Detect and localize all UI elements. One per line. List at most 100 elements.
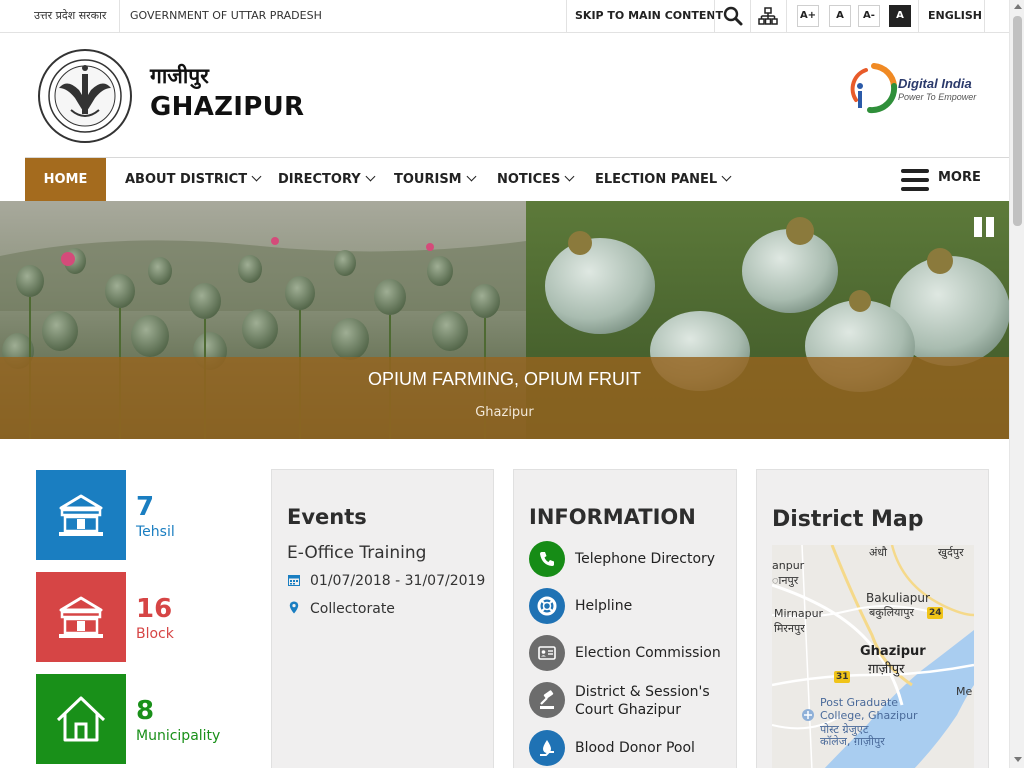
municipality-count: 8: [136, 696, 155, 726]
district-name-hindi: गाजीपुर: [150, 64, 209, 88]
government-building-icon: [59, 596, 103, 638]
phone-icon: [529, 541, 565, 577]
map-city-label: Ghazipur: [860, 644, 926, 659]
chevron-down-icon: [365, 171, 376, 182]
divider: [750, 0, 751, 32]
nav-item-directory[interactable]: DIRECTORY: [278, 158, 376, 201]
map-label: ानपुर: [772, 574, 799, 587]
divider: [566, 0, 567, 32]
top-utility-bar: उत्तर प्रदेश सरकार GOVERNMENT OF UTTAR P…: [0, 0, 1009, 33]
info-item-telephone-directory[interactable]: Telephone Directory: [529, 541, 729, 577]
divider: [714, 0, 715, 32]
map-poi-label: College, Ghazipur: [820, 709, 918, 722]
skip-to-main-content-link[interactable]: SKIP TO MAIN CONTENT: [575, 0, 723, 32]
map-marker-icon: [287, 601, 301, 617]
map-label: Mirnapur: [774, 607, 824, 620]
state-govt-hindi[interactable]: उत्तर प्रदेश सरकार: [34, 0, 106, 32]
chevron-down-icon: [251, 171, 262, 182]
up-govt-emblem-logo[interactable]: [37, 48, 133, 144]
information-card: INFORMATION Telephone Directory Helpline…: [513, 469, 737, 768]
info-item-label: Blood Donor Pool: [575, 740, 695, 756]
event-location: Collectorate: [287, 601, 395, 617]
font-normal-button[interactable]: A: [829, 5, 851, 27]
map-poi-label: Post Graduate: [820, 696, 899, 709]
main-navigation: HOME ABOUT DISTRICT DIRECTORY TOURISM NO…: [25, 157, 1009, 201]
calendar-icon: [287, 573, 301, 589]
info-item-label: District & Session's Court Ghazipur: [575, 684, 710, 718]
divider: [984, 0, 985, 32]
map-label: anpur: [772, 559, 805, 572]
scroll-up-arrow-icon[interactable]: [1014, 4, 1022, 9]
more-label: MORE: [938, 170, 981, 185]
slide-caption: OPIUM FARMING, OPIUM FRUIT Ghazipur: [0, 357, 1009, 439]
district-map[interactable]: अंधौ खुर्दपुर anpur ानपुर Mirnapur मिरनप…: [772, 545, 974, 768]
map-label: Me: [956, 685, 973, 698]
government-building-icon: [59, 494, 103, 536]
map-label: अंधौ: [869, 546, 888, 559]
district-map-card: District Map अंधौ खुर्दपुर anpur ानपुर M…: [756, 469, 989, 768]
tehsil-label[interactable]: Tehsil: [136, 524, 175, 540]
district-map-title: District Map: [772, 507, 924, 532]
divider: [786, 0, 787, 32]
tehsil-count: 7: [136, 492, 155, 522]
home-icon: [56, 696, 106, 742]
hero-slideshow: OPIUM FARMING, OPIUM FRUIT Ghazipur: [0, 201, 1009, 439]
events-card: Events E-Office Training 01/07/2018 - 31…: [271, 469, 494, 768]
digital-india-tagline: Power To Empower: [898, 92, 977, 102]
scroll-down-arrow-icon[interactable]: [1014, 757, 1022, 762]
map-label: मिरनपुर: [774, 622, 805, 635]
nav-item-about-district[interactable]: ABOUT DISTRICT: [125, 158, 262, 201]
event-location-text: Collectorate: [310, 601, 395, 617]
block-label[interactable]: Block: [136, 626, 174, 642]
nav-item-tourism[interactable]: TOURISM: [394, 158, 477, 201]
divider: [119, 0, 120, 32]
info-item-label: Helpline: [575, 598, 633, 614]
nav-label: ABOUT DISTRICT: [125, 172, 248, 187]
nav-item-notices[interactable]: NOTICES: [497, 158, 575, 201]
event-name-link[interactable]: E-Office Training: [287, 543, 426, 563]
map-label: खुर्दपुर: [938, 546, 964, 559]
sitemap-icon[interactable]: [758, 6, 778, 26]
info-item-label: Election Commission: [575, 645, 721, 661]
font-increase-button[interactable]: A+: [797, 5, 819, 27]
map-label: Bakuliapur: [866, 591, 930, 605]
slide-subtitle: Ghazipur: [475, 405, 534, 420]
info-item-district-court[interactable]: District & Session's Court Ghazipur: [529, 682, 729, 722]
nav-label: DIRECTORY: [278, 172, 361, 187]
state-govt-english[interactable]: GOVERNMENT OF UTTAR PRADESH: [130, 0, 322, 32]
lifebuoy-icon: [529, 588, 565, 624]
info-item-election-commission[interactable]: Election Commission: [529, 635, 729, 671]
language-switch-link[interactable]: ENGLISH: [928, 0, 982, 32]
events-title: Events: [287, 505, 367, 529]
digital-india-title: Digital India: [898, 76, 972, 91]
high-contrast-button[interactable]: A: [889, 5, 911, 27]
nav-item-home[interactable]: HOME: [25, 158, 106, 201]
map-label: बकुलियापुर: [869, 606, 915, 619]
font-decrease-button[interactable]: A-: [858, 5, 880, 27]
district-name-english: GHAZIPUR: [150, 92, 305, 122]
nav-label: NOTICES: [497, 172, 561, 187]
info-item-label: Telephone Directory: [575, 551, 716, 567]
gavel-icon: [529, 682, 565, 718]
map-city-label: ग़ाज़ीपुर: [868, 662, 905, 677]
scrollbar-thumb[interactable]: [1013, 16, 1022, 226]
municipality-label[interactable]: Municipality: [136, 728, 220, 744]
slideshow-pause-button[interactable]: [974, 217, 996, 237]
chevron-down-icon: [721, 171, 732, 182]
page-scrollbar[interactable]: [1009, 0, 1024, 768]
nav-item-election-panel[interactable]: ELECTION PANEL: [595, 158, 732, 201]
info-item-helpline[interactable]: Helpline: [529, 588, 729, 624]
municipality-stat-tile[interactable]: [36, 674, 126, 764]
road-number: 24: [929, 608, 942, 618]
information-title: INFORMATION: [529, 505, 696, 529]
info-item-blood-donor-pool[interactable]: Blood Donor Pool: [529, 730, 729, 766]
chevron-down-icon: [564, 171, 575, 182]
block-count: 16: [136, 594, 173, 624]
map-poi-label: कॉलेज, ग़ाज़ीपुर: [820, 735, 885, 748]
hamburger-menu-icon: [901, 169, 929, 191]
tehsil-stat-tile[interactable]: [36, 470, 126, 560]
blood-donation-icon: [529, 730, 565, 766]
block-stat-tile[interactable]: [36, 572, 126, 662]
chevron-down-icon: [466, 171, 477, 182]
search-icon[interactable]: [722, 5, 744, 27]
